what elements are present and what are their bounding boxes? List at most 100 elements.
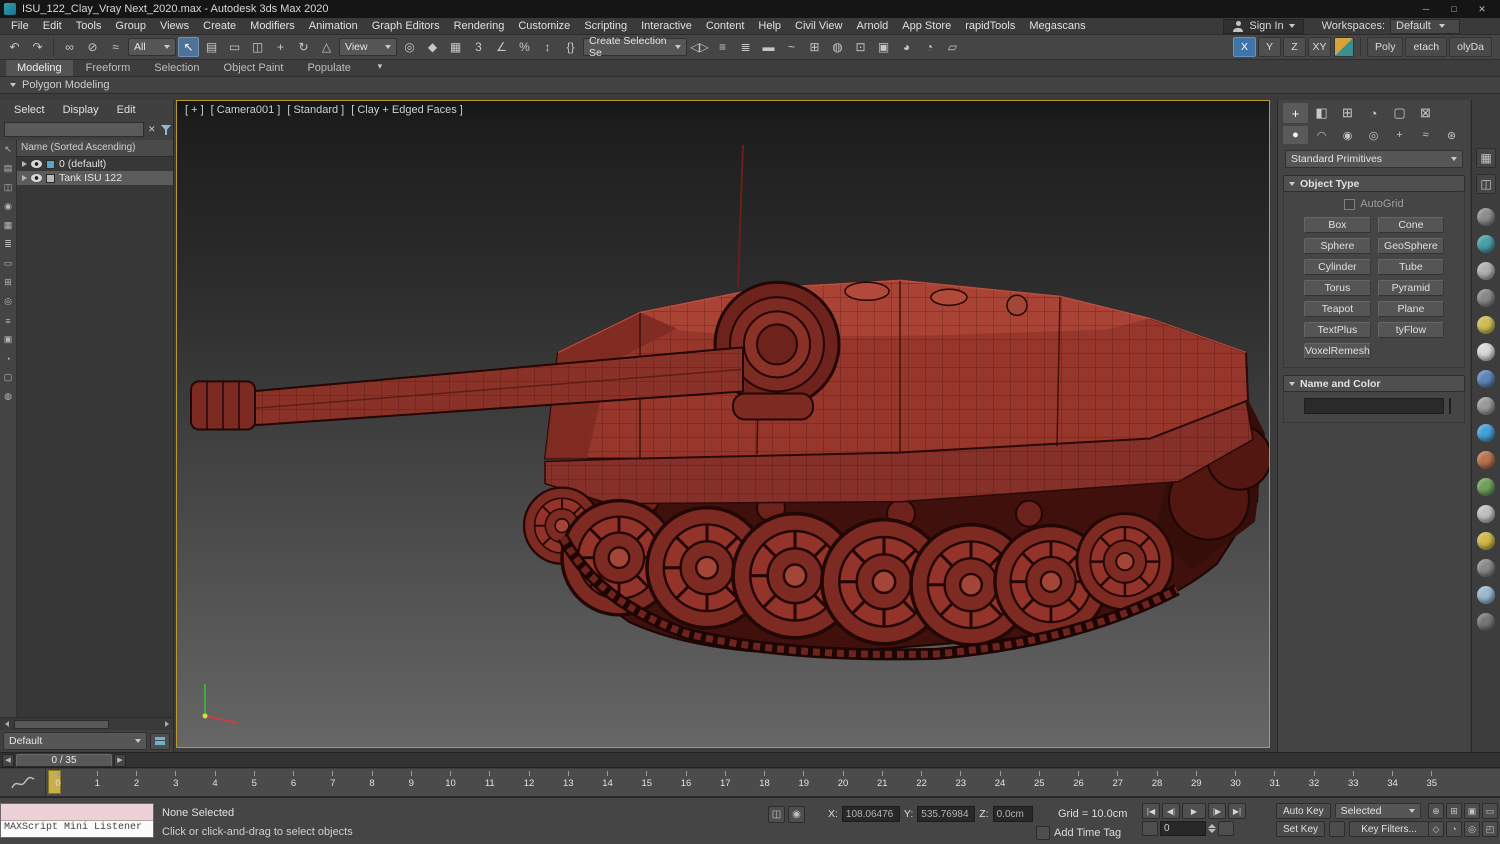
tab-object-paint[interactable]: Object Paint (213, 60, 295, 76)
rendered-frame-icon[interactable]: ▣ (873, 37, 894, 57)
rotate-icon[interactable]: ↻ (293, 37, 314, 57)
macro-recorder-line[interactable] (1, 804, 153, 821)
reference-coordinate-dropdown[interactable]: View (339, 38, 397, 56)
explorer-tool-icon[interactable]: ▦ (2, 219, 15, 232)
textools-icon[interactable] (1334, 37, 1355, 57)
object-type-button[interactable]: Torus (1304, 280, 1371, 296)
select-manipulate-icon[interactable]: ◆ (422, 37, 443, 57)
pan-icon[interactable]: ◇ (1428, 821, 1444, 837)
previous-frame-arrow[interactable]: ◀ (2, 753, 14, 767)
timeline-ruler[interactable]: 0 1 2 3 4 5 6 7 8 9 10 11 12 13 14 15 16 17 18 19 20 21 22 23 24… (46, 769, 1500, 796)
menu-item[interactable]: Graph Editors (365, 18, 447, 34)
tab-populate[interactable]: Populate (296, 60, 361, 76)
selection-filter-dropdown[interactable]: All (128, 38, 176, 56)
tab-modeling[interactable]: Modeling (6, 60, 73, 76)
zoom-region-icon[interactable]: ▭ (1482, 803, 1498, 819)
curve-editor-icon[interactable]: ~ (781, 37, 802, 57)
display-tab[interactable]: ▢ (1387, 103, 1412, 123)
polydamage-button[interactable]: olyDa (1449, 37, 1492, 57)
bind-spacewarp-icon[interactable]: ≈ (105, 37, 126, 57)
ribbon-toggle-icon[interactable]: ▬ (758, 37, 779, 57)
tab-freeform[interactable]: Freeform (75, 60, 142, 76)
open-arnold-icon[interactable]: ▱ (942, 37, 963, 57)
explorer-tool-icon[interactable]: ▭ (2, 257, 15, 270)
poly-button[interactable]: Poly (1367, 37, 1404, 57)
menu-item[interactable]: Edit (36, 18, 69, 34)
dock-icon[interactable] (1477, 370, 1495, 388)
axis-x-button[interactable]: X (1233, 37, 1257, 57)
explorer-menu[interactable]: Display (55, 103, 107, 117)
set-keys-icon[interactable] (1329, 821, 1346, 837)
create-tab[interactable]: + (1283, 103, 1308, 123)
render-production-icon[interactable]: ◕ (896, 37, 917, 57)
next-frame-button[interactable]: |▶ (1208, 803, 1226, 819)
dock-icon[interactable] (1477, 451, 1495, 469)
menu-item[interactable]: Content (699, 18, 752, 34)
scroll-left-arrow[interactable] (0, 718, 13, 730)
snaps-toggle-icon[interactable]: 3 (468, 37, 489, 57)
filter-icon[interactable] (160, 124, 170, 136)
redo-icon[interactable]: ↷ (27, 37, 48, 57)
maxscript-mini-listener[interactable]: MAXScript Mini Listener (0, 803, 154, 838)
systems-category[interactable]: ⊛ (1439, 126, 1464, 144)
dock-icon[interactable] (1477, 235, 1495, 253)
workspace-dropdown[interactable]: Default (1390, 18, 1460, 34)
tab-selection[interactable]: Selection (143, 60, 210, 76)
object-type-button[interactable]: TextPlus (1304, 322, 1371, 338)
set-key-button[interactable]: Set Key (1276, 821, 1326, 837)
play-button[interactable]: ▶ (1182, 803, 1206, 819)
visibility-eye-icon[interactable] (31, 160, 42, 168)
selection-lock-icon[interactable]: ◉ (788, 806, 805, 823)
object-type-button[interactable]: Plane (1377, 301, 1444, 317)
geometry-category[interactable]: ● (1283, 126, 1308, 144)
object-type-button[interactable]: Sphere (1304, 238, 1371, 254)
spacewarps-category[interactable]: ≈ (1413, 126, 1438, 144)
menu-item[interactable]: Interactive (634, 18, 699, 34)
object-type-button[interactable]: Cylinder (1304, 259, 1371, 275)
rect-selection-region-icon[interactable]: ▭ (224, 37, 245, 57)
menu-item[interactable]: Scripting (577, 18, 634, 34)
explorer-tool-icon[interactable]: ◉ (2, 200, 15, 213)
unlink-icon[interactable]: ⊘ (82, 37, 103, 57)
ribbon-config-button[interactable]: ▾ (372, 59, 388, 76)
menu-item[interactable]: Customize (511, 18, 577, 34)
time-configuration-icon[interactable] (1218, 821, 1234, 836)
select-object-icon[interactable]: ↖ (178, 37, 199, 57)
menu-item[interactable]: Modifiers (243, 18, 302, 34)
menu-item[interactable]: Civil View (788, 18, 849, 34)
scale-icon[interactable]: △ (316, 37, 337, 57)
walk-through-icon[interactable]: ◎ (1464, 821, 1480, 837)
scrollbar-thumb[interactable] (14, 719, 109, 729)
explorer-tool-icon[interactable]: ◔ (2, 352, 15, 365)
minimize-button[interactable]: ─ (1412, 0, 1440, 18)
next-frame-arrow[interactable]: ▶ (114, 753, 126, 767)
close-button[interactable]: ✕ (1468, 0, 1496, 18)
dock-icon[interactable] (1477, 343, 1495, 361)
menu-item[interactable]: App Store (895, 18, 958, 34)
explorer-menu[interactable]: Select (6, 103, 53, 117)
dock-icon[interactable] (1477, 559, 1495, 577)
dock-icon[interactable] (1477, 289, 1495, 307)
crossing-selection-icon[interactable]: ◫ (768, 806, 785, 823)
clear-search-icon[interactable]: ✕ (147, 124, 157, 135)
explorer-tool-icon[interactable]: ⊞ (2, 276, 15, 289)
utilities-tab[interactable]: ⊠ (1413, 103, 1438, 123)
dock-icon[interactable] (1477, 424, 1495, 442)
shapes-category[interactable]: ◠ (1309, 126, 1334, 144)
menu-item[interactable]: Help (751, 18, 788, 34)
explorer-tool-icon[interactable]: ≡ (2, 314, 15, 327)
maximize-button[interactable]: □ (1440, 0, 1468, 18)
menu-item[interactable]: Animation (302, 18, 365, 34)
render-iterative-icon[interactable]: ◔ (919, 37, 940, 57)
dock-icon[interactable] (1477, 586, 1495, 604)
align-icon[interactable]: ≡ (712, 37, 733, 57)
ribbon-panel-strip[interactable]: Polygon Modeling (0, 77, 1500, 94)
current-frame-field[interactable] (1160, 821, 1206, 836)
menu-item[interactable]: File (4, 18, 36, 34)
key-mode-toggle-icon[interactable] (1142, 821, 1158, 836)
menu-item[interactable]: Megascans (1022, 18, 1092, 34)
spinner-snap-icon[interactable]: ↕ (537, 37, 558, 57)
time-slider-handle[interactable]: 0 / 35 (16, 753, 112, 767)
dock-icon[interactable] (1477, 397, 1495, 415)
dock-icon[interactable] (1477, 208, 1495, 226)
